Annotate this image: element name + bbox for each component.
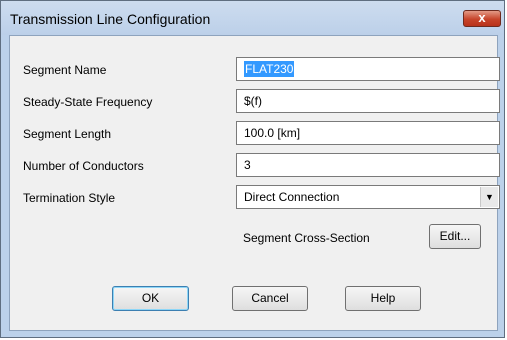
edit-cross-section-button[interactable]: Edit... (429, 224, 481, 249)
dialog-body: Segment Name FLAT230 Steady-State Freque… (9, 35, 500, 331)
ok-button[interactable]: OK (112, 286, 189, 311)
cross-section-label: Segment Cross-Section (243, 231, 370, 245)
conductors-input[interactable]: 3 (236, 153, 500, 177)
frequency-input[interactable]: $(f) (236, 89, 500, 113)
help-button[interactable]: Help (345, 286, 421, 311)
segment-length-label: Segment Length (23, 127, 112, 141)
title-bar[interactable]: Transmission Line Configuration x (1, 1, 504, 35)
segment-length-input[interactable]: 100.0 [km] (236, 121, 500, 145)
frequency-label: Steady-State Frequency (23, 95, 153, 109)
segment-name-value: FLAT230 (244, 61, 295, 77)
dialog-window: Transmission Line Configuration x Segmen… (0, 0, 505, 338)
close-icon: x (478, 10, 486, 25)
termination-value: Direct Connection (244, 190, 340, 204)
termination-select[interactable]: Direct Connection ▼ (236, 185, 500, 209)
chevron-down-icon[interactable]: ▼ (480, 187, 498, 207)
termination-label: Termination Style (23, 191, 116, 205)
window-title: Transmission Line Configuration (10, 11, 211, 27)
cancel-button[interactable]: Cancel (232, 286, 308, 311)
conductors-label: Number of Conductors (23, 159, 144, 173)
close-button[interactable]: x (463, 10, 501, 27)
segment-name-input[interactable]: FLAT230 (236, 57, 500, 81)
segment-name-label: Segment Name (23, 63, 107, 77)
